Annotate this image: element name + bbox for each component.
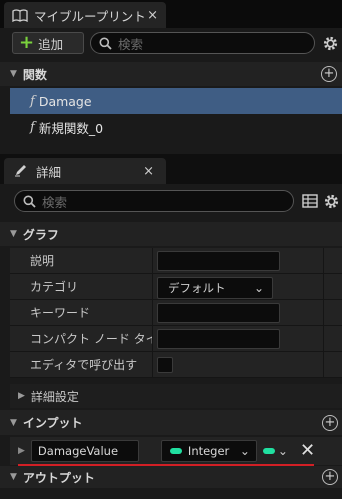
function-item-new[interactable]: f 新規関数_0	[10, 114, 342, 140]
prop-row-keywords: キーワード	[10, 300, 342, 326]
search-icon	[99, 37, 112, 50]
add-input-icon[interactable]: +	[322, 414, 338, 431]
function-label: 新規関数_0	[38, 120, 104, 136]
function-item-damage[interactable]: f Damage	[10, 88, 342, 114]
category-label: アウトプット	[22, 470, 95, 485]
search-input[interactable]: 検索	[90, 32, 315, 54]
category-label: グラフ	[22, 227, 59, 242]
prop-label: キーワード	[10, 300, 153, 325]
details-search-input[interactable]: 検索	[14, 190, 294, 212]
category-value: デフォルト	[168, 281, 226, 295]
search-placeholder: 検索	[42, 194, 68, 210]
plus-icon: +	[19, 32, 35, 53]
chevron-down-icon: ⌄	[277, 444, 288, 458]
input-param-row: ▶ DamageValue Integer ⌄ ⌄ ✕	[10, 437, 342, 465]
collapsed-arrow-icon: ▶	[18, 391, 25, 401]
close-icon[interactable]: ×	[143, 164, 154, 179]
book-icon	[12, 8, 28, 22]
advanced-settings-row[interactable]: ▶ 詳細設定	[10, 384, 342, 408]
expand-arrow-icon: ▼	[10, 229, 17, 239]
expand-arrow-icon: ▼	[10, 472, 17, 482]
expand-arrow-icon: ▼	[10, 417, 17, 428]
category-graph[interactable]: ▼ グラフ	[0, 222, 342, 246]
call-in-editor-checkbox[interactable]	[157, 357, 173, 373]
function-label: Damage	[38, 93, 92, 109]
param-type-label: Integer	[187, 444, 230, 458]
chevron-down-icon: ⌄	[253, 281, 264, 295]
chevron-down-icon: ⌄	[239, 444, 250, 458]
add-output-icon[interactable]: +	[322, 469, 338, 485]
search-icon	[23, 195, 36, 208]
category-outputs[interactable]: ▼ アウトプット +	[0, 466, 342, 488]
param-name-field[interactable]: DamageValue	[30, 440, 139, 462]
category-inputs[interactable]: ▼ インプット +	[0, 410, 342, 435]
table-view-icon[interactable]	[302, 193, 318, 212]
tab-title: 詳細	[36, 164, 62, 180]
prop-row-category: カテゴリ デフォルト ⌄	[10, 274, 342, 300]
expand-arrow-icon: ▼	[10, 69, 17, 79]
prop-row-description: 説明	[10, 248, 342, 274]
function-icon: f	[30, 119, 35, 135]
close-icon[interactable]: ×	[147, 8, 158, 23]
tab-details[interactable]: 詳細 ×	[4, 158, 166, 184]
function-icon: f	[30, 93, 35, 109]
description-field[interactable]	[157, 251, 280, 271]
keywords-field[interactable]	[157, 303, 280, 323]
category-functions[interactable]: ▼ 関数 +	[0, 62, 342, 86]
container-type-dropdown[interactable]: ⌄	[262, 444, 288, 458]
prop-row-compact-title: コンパクト ノード タイト	[10, 326, 342, 352]
search-placeholder: 検索	[118, 36, 144, 52]
category-dropdown[interactable]: デフォルト ⌄	[157, 277, 273, 299]
prop-label: エディタで呼び出す	[10, 352, 153, 377]
advanced-settings-label: 詳細設定	[30, 389, 79, 404]
pencil-icon	[14, 163, 28, 180]
compact-title-field[interactable]	[157, 329, 280, 349]
category-label: 関数	[22, 67, 47, 82]
type-color-pill	[169, 448, 182, 454]
category-label: インプット	[22, 416, 83, 430]
prop-label: コンパクト ノード タイト	[10, 326, 153, 351]
add-function-icon[interactable]: +	[321, 66, 337, 82]
add-button[interactable]: + 追加	[12, 32, 84, 54]
collapsed-arrow-icon[interactable]: ▶	[18, 446, 25, 456]
prop-row-call-in-editor: エディタで呼び出す	[10, 352, 342, 378]
remove-param-icon[interactable]: ✕	[300, 442, 315, 460]
gear-icon[interactable]	[321, 34, 339, 52]
container-type-pill	[262, 448, 275, 454]
gear-icon[interactable]	[322, 192, 340, 210]
prop-label: カテゴリ	[10, 274, 153, 299]
tab-my-blueprint[interactable]: マイブループリント ×	[4, 2, 166, 28]
prop-label: 説明	[10, 248, 153, 273]
param-type-dropdown[interactable]: Integer ⌄	[160, 440, 257, 462]
add-button-label: 追加	[38, 36, 64, 52]
tab-title: マイブループリント	[34, 8, 146, 24]
